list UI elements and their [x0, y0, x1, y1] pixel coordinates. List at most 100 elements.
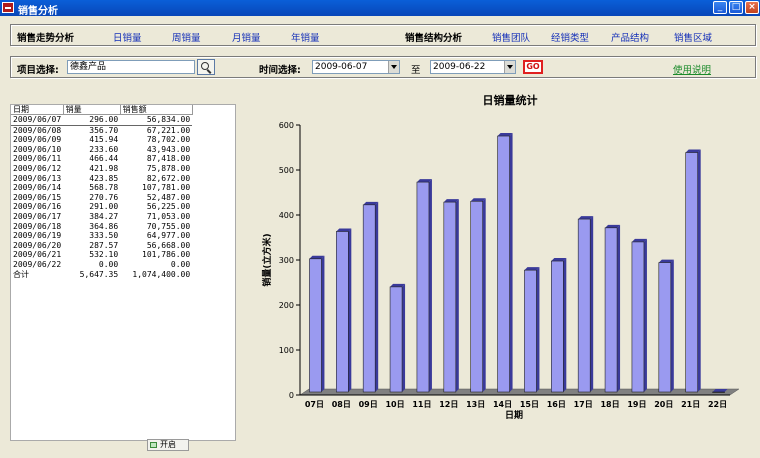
table-row[interactable]: 2009/06/09 415.94 78,702.00 — [11, 135, 192, 145]
table-cell-date: 2009/06/21 — [13, 250, 62, 260]
chart-title: 日销量统计 — [483, 93, 538, 107]
bar-side — [375, 201, 379, 392]
nav-dealer-type[interactable]: 经销类型 — [551, 30, 589, 44]
nav-sales-region[interactable]: 销售区域 — [674, 30, 712, 44]
nav-monthly-sales[interactable]: 月销量 — [232, 30, 261, 44]
search-button[interactable] — [197, 59, 215, 75]
table-cell-volume: 466.44 — [89, 154, 119, 164]
chart-bars — [309, 133, 728, 393]
bar-front — [443, 201, 457, 393]
maximize-button[interactable]: □ — [729, 1, 743, 14]
column-header-date[interactable]: 日期 — [11, 105, 64, 115]
table-row[interactable]: 2009/06/22 0.00 0.00 — [11, 260, 192, 270]
start-date-select[interactable]: 2009-06-07 — [312, 60, 400, 74]
table-cell-volume: 421.98 — [89, 163, 119, 173]
bar-front — [577, 218, 591, 393]
item-select-label: 项目选择: — [17, 65, 59, 76]
table-row[interactable]: 2009/06/20 287.57 56,668.00 — [11, 241, 192, 251]
table-row[interactable]: 2009/06/18 364.86 70,755.00 — [11, 222, 192, 232]
open-button[interactable]: 开启 — [147, 439, 189, 451]
nav-sales-team[interactable]: 销售团队 — [492, 30, 530, 44]
table-cell-volume: 423.85 — [89, 173, 119, 183]
chevron-down-icon[interactable] — [504, 61, 515, 73]
table-row[interactable]: 2009/06/08 356.70 67,221.00 — [11, 125, 192, 135]
table-cell-date: 2009/06/17 — [13, 211, 62, 221]
chevron-down-icon[interactable] — [388, 61, 399, 73]
table-row[interactable]: 2009/06/19 333.50 64,977.00 — [11, 231, 192, 241]
go-button[interactable]: GO — [523, 60, 543, 74]
table-cell-date: 2009/06/12 — [13, 163, 62, 173]
bar-09日 — [362, 201, 379, 393]
sales-table: 日期 销量 销售额 2009/06/07 296.00 56,834.00 2009/… — [11, 105, 193, 279]
table-cell-amount: 52,487.00 — [146, 192, 191, 202]
x-tick-label: 18日 — [600, 400, 619, 409]
y-tick-label: 0 — [289, 391, 294, 400]
table-cell-amount: 78,702.00 — [146, 135, 191, 145]
y-tick-label: 400 — [279, 211, 294, 220]
column-header-amount[interactable]: 销售额 — [120, 105, 193, 115]
bar-front — [389, 286, 403, 393]
nav-daily-sales[interactable]: 日销量 — [113, 30, 142, 44]
x-tick-label: 12日 — [439, 400, 458, 409]
item-input[interactable]: 德鑫产品 — [67, 60, 195, 74]
x-tick-label: 20日 — [654, 400, 673, 409]
bar-front — [551, 260, 564, 393]
table-cell-amount: 71,053.00 — [146, 211, 191, 221]
bar-16日 — [551, 258, 567, 393]
table-cell-volume: 532.10 — [89, 250, 119, 260]
table-row[interactable]: 2009/06/11 466.44 87,418.00 — [11, 154, 192, 164]
table-row[interactable]: 2009/06/15 270.76 52,487.00 — [11, 193, 192, 203]
x-tick-label: 21日 — [681, 400, 700, 409]
table-cell-amount: 56,225.00 — [146, 202, 191, 212]
x-tick-label: 14日 — [493, 400, 512, 409]
table-total-row[interactable]: 合计 5,647.35 1,074,400.00 — [11, 270, 192, 280]
table-row[interactable]: 2009/06/14 568.78 107,781.00 — [11, 183, 192, 193]
nav-weekly-sales[interactable]: 周销量 — [172, 30, 201, 44]
table-cell-amount: 87,418.00 — [146, 154, 191, 164]
table-cell-volume: 356.70 — [89, 125, 119, 135]
end-date-select[interactable]: 2009-06-22 — [430, 60, 516, 74]
nav-yearly-sales[interactable]: 年销量 — [291, 30, 320, 44]
x-tick-label: 17日 — [574, 400, 593, 409]
y-tick-label: 600 — [279, 121, 294, 130]
time-select-label: 时间选择: — [259, 65, 301, 76]
column-header-volume[interactable]: 销量 — [63, 105, 121, 115]
table-cell-date: 2009/06/14 — [13, 183, 62, 193]
table-cell-amount: 64,977.00 — [146, 231, 191, 241]
bar-side — [563, 258, 567, 392]
bar-front — [497, 135, 510, 393]
bar-front — [685, 152, 698, 393]
table-row[interactable]: 2009/06/13 423.85 82,672.00 — [11, 174, 192, 184]
table-cell-amount: 67,221.00 — [146, 125, 191, 135]
bar-front — [524, 269, 537, 393]
x-axis-title: 日期 — [505, 409, 523, 421]
nav-product-structure[interactable]: 产品结构 — [611, 30, 649, 44]
table-row[interactable]: 2009/06/07 296.00 56,834.00 — [11, 114, 193, 126]
daily-sales-chart: 日销量统计 0 100 200 300 400 500 600 07日 08日 09日 10日 11… — [261, 93, 740, 421]
table-cell-date: 2009/06/20 — [13, 240, 62, 250]
x-tick-label: 11日 — [412, 400, 431, 409]
help-link[interactable]: 使用说明 — [673, 62, 711, 76]
bar-front — [712, 391, 725, 393]
table-cell-amount: 107,781.00 — [142, 183, 191, 193]
bar-side — [455, 199, 459, 392]
minimize-button[interactable]: _ — [713, 1, 727, 14]
start-date-value: 2009-06-07 — [315, 62, 368, 72]
table-row[interactable]: 2009/06/16 291.00 56,225.00 — [11, 202, 192, 212]
x-tick-label: 09日 — [359, 400, 378, 409]
bar-21日 — [685, 149, 701, 393]
table-cell-volume: 384.27 — [89, 211, 119, 221]
table-row[interactable]: 2009/06/17 384.27 71,053.00 — [11, 212, 192, 222]
table-row[interactable]: 2009/06/21 532.10 101,786.00 — [11, 250, 192, 260]
bar-front — [362, 204, 376, 393]
table-cell-amount: 43,943.00 — [146, 144, 191, 154]
table-cell-date: 合计 — [13, 269, 29, 279]
close-button[interactable]: × — [745, 1, 759, 14]
table-row[interactable]: 2009/06/12 421.98 75,878.00 — [11, 164, 192, 174]
table-cell-date: 2009/06/19 — [13, 231, 62, 241]
title-bar: 销售分析 _ □ × — [0, 0, 760, 17]
y-tick-label: 300 — [279, 256, 294, 265]
table-row[interactable]: 2009/06/10 233.60 43,943.00 — [11, 145, 192, 155]
table-cell-date: 2009/06/16 — [13, 202, 62, 212]
bar-front — [631, 241, 645, 393]
